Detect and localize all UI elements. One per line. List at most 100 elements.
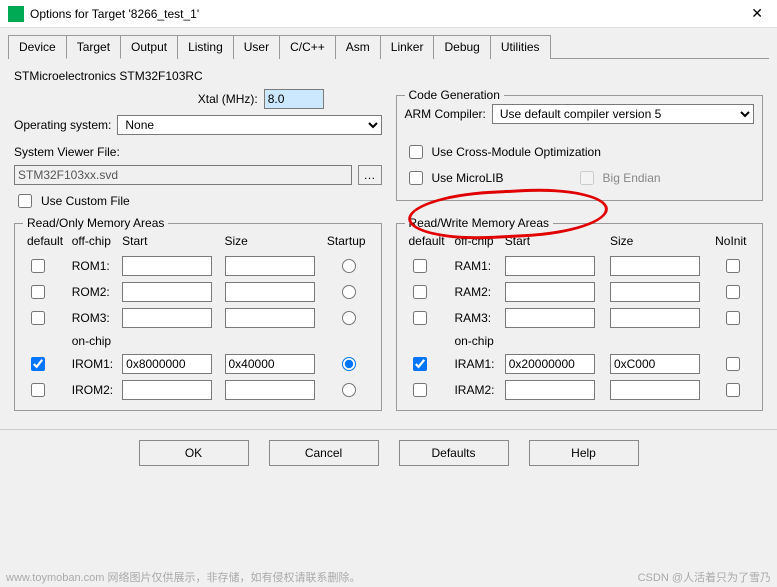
tab-device[interactable]: Device <box>8 35 67 59</box>
size-input[interactable] <box>610 256 700 276</box>
col-header: Start <box>503 234 606 252</box>
noinit-checkbox[interactable] <box>726 259 740 273</box>
device-name: STMicroelectronics STM32F103RC <box>14 69 203 83</box>
mem-label: IRAM1: <box>452 352 500 376</box>
default-checkbox[interactable] <box>31 383 45 397</box>
default-checkbox[interactable] <box>413 383 427 397</box>
size-input[interactable] <box>610 308 700 328</box>
size-input[interactable] <box>610 354 700 374</box>
os-select[interactable]: None <box>117 115 381 135</box>
default-checkbox[interactable] <box>31 285 45 299</box>
start-input[interactable] <box>122 380 212 400</box>
start-input[interactable] <box>505 282 595 302</box>
mem-label: IRAM2: <box>452 378 500 402</box>
tab-cc[interactable]: C/C++ <box>279 35 336 59</box>
app-icon <box>8 6 24 22</box>
tab-user[interactable]: User <box>233 35 280 59</box>
default-checkbox[interactable] <box>413 285 427 299</box>
start-input[interactable] <box>122 354 212 374</box>
table-row: IRAM1: <box>407 352 753 376</box>
os-label: Operating system: <box>14 118 111 132</box>
col-header: default <box>25 234 68 252</box>
col-header: Start <box>120 234 220 252</box>
col-header: Size <box>608 234 711 252</box>
default-checkbox[interactable] <box>413 259 427 273</box>
help-button[interactable]: Help <box>529 440 639 466</box>
start-input[interactable] <box>505 256 595 276</box>
table-row: ROM3: <box>25 306 371 330</box>
tab-debug[interactable]: Debug <box>433 35 490 59</box>
size-input[interactable] <box>225 354 315 374</box>
mem-label: ROM3: <box>70 306 118 330</box>
xtal-input[interactable] <box>264 89 324 109</box>
tab-listing[interactable]: Listing <box>177 35 234 59</box>
noinit-checkbox[interactable] <box>726 383 740 397</box>
table-row: IROM2: <box>25 378 371 402</box>
microlib-checkbox[interactable] <box>409 171 423 185</box>
onchip-label: on-chip <box>452 332 500 350</box>
ok-button[interactable]: OK <box>139 440 249 466</box>
rw-legend: Read/Write Memory Areas <box>405 216 554 230</box>
xtal-label: Xtal (MHz): <box>198 92 258 106</box>
default-checkbox[interactable] <box>31 259 45 273</box>
window-title: Options for Target '8266_test_1' <box>30 7 745 21</box>
close-icon[interactable]: ✕ <box>745 5 769 22</box>
startup-radio[interactable] <box>342 383 356 397</box>
noinit-checkbox[interactable] <box>726 357 740 371</box>
use-custom-file-label: Use Custom File <box>41 194 130 208</box>
size-input[interactable] <box>225 282 315 302</box>
tab-target[interactable]: Target <box>66 35 121 59</box>
big-endian-label: Big Endian <box>603 171 661 185</box>
start-input[interactable] <box>122 282 212 302</box>
col-header: NoInit <box>713 234 752 252</box>
startup-radio[interactable] <box>342 311 356 325</box>
noinit-checkbox[interactable] <box>726 285 740 299</box>
start-input[interactable] <box>505 354 595 374</box>
start-input[interactable] <box>122 256 212 276</box>
defaults-button[interactable]: Defaults <box>399 440 509 466</box>
size-input[interactable] <box>610 282 700 302</box>
start-input[interactable] <box>122 308 212 328</box>
default-checkbox[interactable] <box>413 357 427 371</box>
watermark-text: www.toymoban.com 网络图片仅供展示，非存储，如有侵权请联系删除。 <box>6 569 360 585</box>
default-checkbox[interactable] <box>413 311 427 325</box>
size-input[interactable] <box>225 308 315 328</box>
target-panel: STMicroelectronics STM32F103RC Xtal (MHz… <box>0 59 777 421</box>
tab-utilities[interactable]: Utilities <box>490 35 551 59</box>
default-checkbox[interactable] <box>31 357 45 371</box>
cancel-button[interactable]: Cancel <box>269 440 379 466</box>
size-input[interactable] <box>610 380 700 400</box>
arm-compiler-select[interactable]: Use default compiler version 5 <box>492 104 754 124</box>
mem-label: RAM1: <box>452 254 500 278</box>
cross-opt-checkbox[interactable] <box>409 145 423 159</box>
table-row: RAM3: <box>407 306 753 330</box>
use-custom-file-checkbox[interactable] <box>18 194 32 208</box>
cross-opt-label: Use Cross-Module Optimization <box>432 145 601 159</box>
size-input[interactable] <box>225 256 315 276</box>
tab-asm[interactable]: Asm <box>335 35 381 59</box>
start-input[interactable] <box>505 380 595 400</box>
mem-label: ROM2: <box>70 280 118 304</box>
default-checkbox[interactable] <box>31 311 45 325</box>
mem-label: ROM1: <box>70 254 118 278</box>
tab-linker[interactable]: Linker <box>380 35 435 59</box>
ro-table: defaultoff-chipStartSizeStartupROM1:ROM2… <box>23 232 373 404</box>
size-input[interactable] <box>225 380 315 400</box>
mem-label: IROM1: <box>70 352 118 376</box>
noinit-checkbox[interactable] <box>726 311 740 325</box>
startup-radio[interactable] <box>342 357 356 371</box>
mem-label: RAM2: <box>452 280 500 304</box>
start-input[interactable] <box>505 308 595 328</box>
startup-radio[interactable] <box>342 285 356 299</box>
tabstrip: DeviceTargetOutputListingUserC/C++AsmLin… <box>8 34 769 59</box>
svf-browse-button[interactable]: … <box>358 165 382 185</box>
startup-radio[interactable] <box>342 259 356 273</box>
rw-table: defaultoff-chipStartSizeNoInitRAM1:RAM2:… <box>405 232 755 404</box>
tab-output[interactable]: Output <box>120 35 178 59</box>
mem-label: IROM2: <box>70 378 118 402</box>
button-bar: OK Cancel Defaults Help <box>0 429 777 476</box>
code-generation-group: Code Generation ARM Compiler: Use defaul… <box>396 95 764 201</box>
onchip-label: on-chip <box>70 332 118 350</box>
col-header: off-chip <box>70 234 118 252</box>
table-row: ROM2: <box>25 280 371 304</box>
